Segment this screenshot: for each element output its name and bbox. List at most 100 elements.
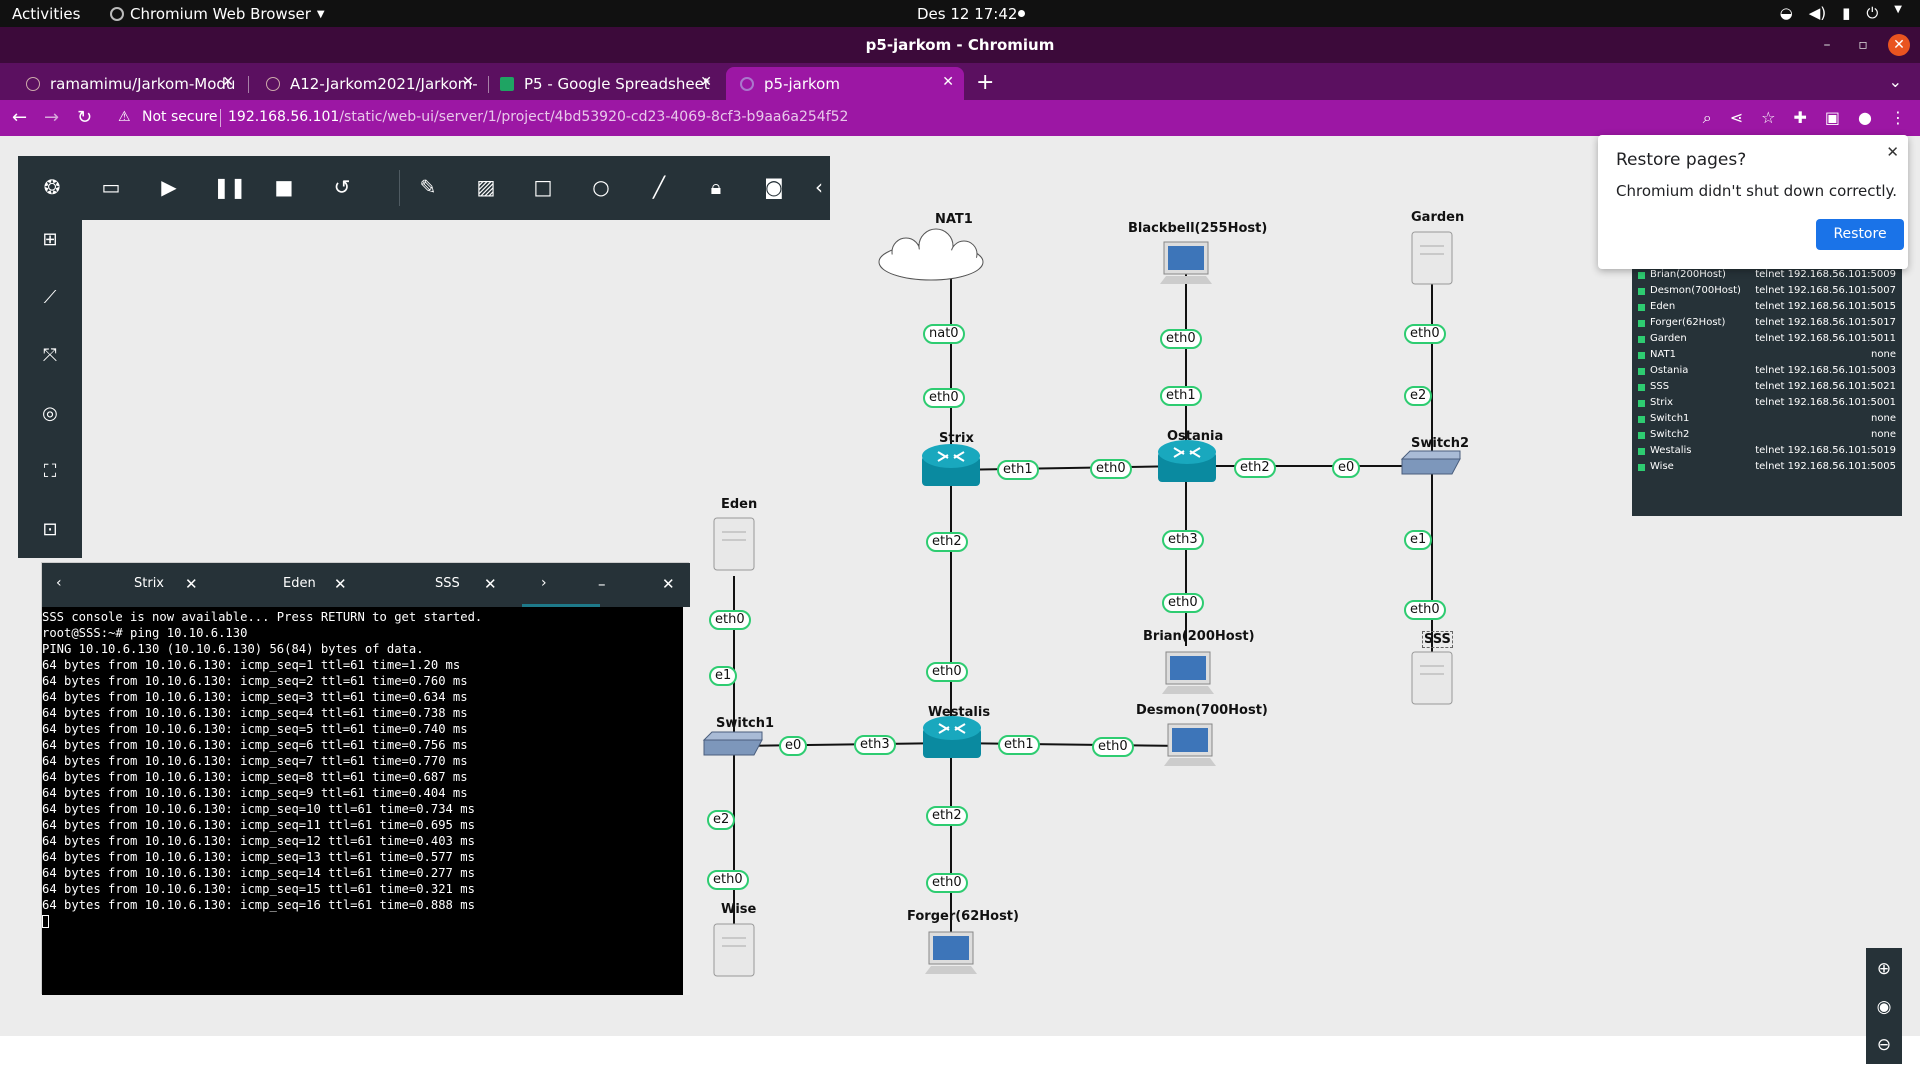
console-window-icon[interactable]: ▭ (98, 174, 124, 200)
zoom-lens-icon[interactable]: ⌕ (1703, 108, 1712, 128)
node-list-item[interactable]: Switch2 none (1638, 428, 1896, 444)
switch1-icon[interactable] (702, 731, 763, 756)
collapse-chevron-icon[interactable]: ‹ (806, 174, 832, 200)
port-label[interactable]: e0 (779, 736, 808, 756)
menu-kebab-icon[interactable]: ⋮ (1890, 108, 1906, 128)
tab-close-icon[interactable]: ✕ (942, 74, 954, 90)
chevron-right-icon[interactable]: › (541, 575, 547, 591)
restore-button[interactable]: Restore (1816, 219, 1904, 250)
port-label[interactable]: eth0 (1404, 324, 1446, 344)
new-tab-button[interactable]: + (976, 70, 994, 95)
warning-icon[interactable]: ⚠ (118, 109, 131, 125)
garden-server-icon[interactable] (1411, 231, 1453, 285)
back-arrow-icon[interactable]: ← (12, 107, 27, 128)
port-label[interactable]: eth0 (1092, 737, 1134, 757)
brian-host-icon[interactable] (1162, 651, 1214, 694)
node-label-wise[interactable]: Wise (721, 902, 756, 917)
draw-ellipse-icon[interactable]: ○ (588, 174, 614, 200)
node-list-item[interactable]: Desmon(700Host) telnet 192.168.56.101:500… (1638, 284, 1896, 300)
port-label[interactable]: eth0 (1160, 329, 1202, 349)
node-label-ostania[interactable]: Ostania (1167, 429, 1223, 444)
tab-p5-jarkom[interactable]: p5-jarkom ✕ (726, 67, 964, 100)
port-label[interactable]: e1 (1404, 530, 1433, 550)
node-label-westalis[interactable]: Westalis (928, 705, 990, 720)
zoom-reset-icon[interactable]: ◉ (1873, 996, 1895, 1018)
node-label-desmon[interactable]: Desmon(700Host) (1136, 703, 1268, 718)
port-label[interactable]: eth0 (926, 873, 968, 893)
close-console-icon[interactable]: ✕ (662, 575, 675, 593)
port-label[interactable]: eth1 (997, 460, 1039, 480)
focus-view-icon[interactable]: ⊡ (38, 518, 62, 542)
close-icon[interactable]: ✕ (1886, 143, 1899, 161)
wise-server-icon[interactable] (713, 923, 755, 977)
zoom-out-icon[interactable]: ⊖ (1873, 1034, 1895, 1056)
node-label-brian[interactable]: Brian(200Host) (1143, 629, 1255, 644)
port-label[interactable]: eth3 (854, 735, 896, 755)
port-label[interactable]: eth0 (1162, 593, 1204, 613)
port-label[interactable]: e0 (1332, 458, 1361, 478)
node-list-item[interactable]: Brian(200Host) telnet 192.168.56.101:5009 (1638, 268, 1896, 284)
port-label[interactable]: eth2 (1234, 458, 1276, 478)
tab-close-icon[interactable]: ✕ (222, 74, 234, 90)
node-label-garden[interactable]: Garden (1411, 210, 1464, 225)
nat1-cloud-icon[interactable] (878, 228, 984, 281)
node-label-sss[interactable]: SSS (1422, 631, 1453, 648)
console-tab-close-icon[interactable]: ✕ (334, 575, 347, 593)
tab-github-2[interactable]: A12-Jarkom2021/Jarkom- ✕ (252, 67, 484, 100)
gns3-logo-icon[interactable]: ❂ (39, 174, 65, 200)
fullscreen-icon[interactable]: ⛶ (38, 460, 62, 484)
tab-close-icon[interactable]: ✕ (462, 74, 474, 90)
minimize-button[interactable]: – (1816, 34, 1838, 56)
app-menu[interactable]: Chromium Web Browser ▼ (110, 5, 325, 23)
reset-zoom-icon[interactable]: ◎ (38, 402, 62, 426)
profile-icon[interactable]: ● (1858, 108, 1872, 128)
draw-line-icon[interactable]: ╱ (646, 174, 672, 200)
port-label[interactable]: eth0 (926, 662, 968, 682)
node-label-strix[interactable]: Strix (939, 431, 974, 446)
node-list-item[interactable]: NAT1 none (1638, 348, 1896, 364)
port-label[interactable]: nat0 (923, 324, 965, 344)
add-device-icon[interactable]: ⊞ (38, 228, 62, 252)
node-list-item[interactable]: Switch1 none (1638, 412, 1896, 428)
pause-icon[interactable]: ❚❚ (213, 174, 247, 200)
traffic-chart-icon[interactable]: ⟋ (38, 286, 62, 310)
forger-host-icon[interactable] (925, 931, 977, 974)
url-field[interactable]: 192.168.56.101/static/web-ui/server/1/pr… (228, 109, 848, 125)
node-label-blackbell[interactable]: Blackbell(255Host) (1128, 221, 1267, 236)
node-label-switch2[interactable]: Switch2 (1411, 436, 1469, 451)
node-list-item[interactable]: Wise telnet 192.168.56.101:5005 (1638, 460, 1896, 476)
node-label-nat1[interactable]: NAT1 (935, 212, 973, 227)
close-window-button[interactable]: ✕ (1888, 34, 1910, 56)
node-list-item[interactable]: Ostania telnet 192.168.56.101:5003 (1638, 364, 1896, 380)
terminal-output[interactable]: SSS console is now available... Press RE… (42, 607, 683, 995)
ostania-router-icon[interactable] (1158, 440, 1216, 482)
minimize-console-icon[interactable]: – (598, 575, 606, 593)
port-label[interactable]: eth0 (1404, 600, 1446, 620)
start-play-icon[interactable]: ▶ (156, 174, 182, 200)
tab-github-1[interactable]: ramamimu/Jarkom-Modu ✕ (12, 67, 244, 100)
console-tab-eden[interactable]: Eden (283, 576, 316, 591)
not-secure-label[interactable]: Not secure (142, 109, 218, 125)
node-label-forger[interactable]: Forger(62Host) (907, 909, 1019, 924)
screenshot-camera-icon[interactable]: ◙ (761, 174, 787, 200)
sidepanel-icon[interactable]: ▣ (1825, 108, 1840, 128)
node-list-item[interactable]: Westalis telnet 192.168.56.101:5019 (1638, 444, 1896, 460)
port-label[interactable]: e2 (707, 810, 736, 830)
sss-server-icon[interactable] (1411, 651, 1453, 705)
system-tray[interactable]: ◒ ◀) ▮ ⏻ ▼ (1780, 4, 1902, 22)
share-icon[interactable]: ⋖ (1730, 108, 1743, 128)
reload-icon[interactable]: ↻ (77, 107, 92, 128)
strix-router-icon[interactable] (922, 444, 980, 486)
node-list-item[interactable]: Strix telnet 192.168.56.101:5001 (1638, 396, 1896, 412)
lock-icon[interactable]: 🔒︎ (703, 174, 729, 200)
node-list-item[interactable]: SSS telnet 192.168.56.101:5021 (1638, 380, 1896, 396)
node-label-switch1[interactable]: Switch1 (716, 716, 774, 731)
node-list-item[interactable]: Eden telnet 192.168.56.101:5015 (1638, 300, 1896, 316)
port-label[interactable]: e1 (709, 666, 738, 686)
tab-close-icon[interactable]: ✕ (700, 74, 712, 90)
zoom-in-icon[interactable]: ⊕ (1873, 958, 1895, 980)
port-label[interactable]: eth1 (998, 735, 1040, 755)
tab-spreadsheet[interactable]: P5 - Google Spreadsheet ✕ (486, 67, 722, 100)
port-label[interactable]: eth3 (1162, 530, 1204, 550)
port-label[interactable]: eth1 (1160, 386, 1202, 406)
